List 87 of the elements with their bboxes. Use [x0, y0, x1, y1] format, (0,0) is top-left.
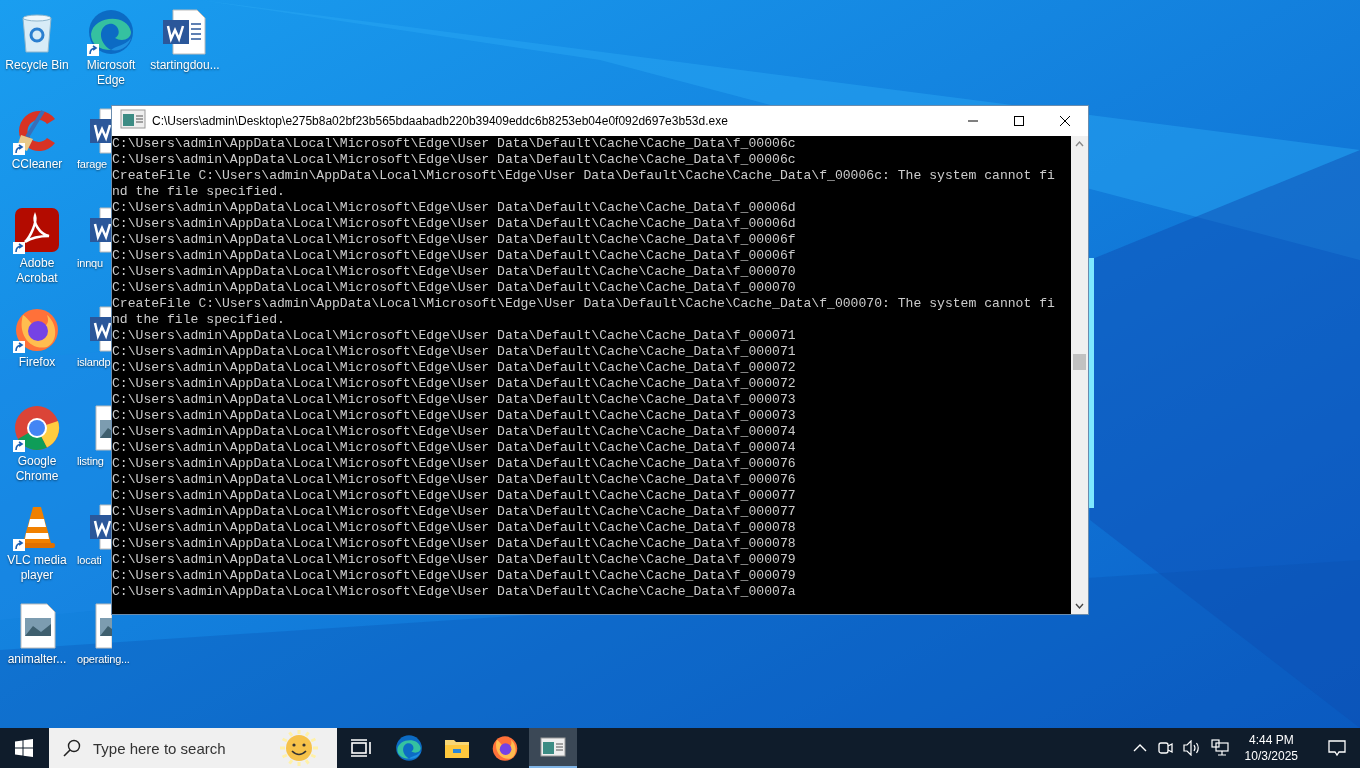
clock[interactable]: 4:44 PM 10/3/2025 [1238, 732, 1304, 764]
desktop-icon[interactable]: VLC media player [1, 499, 73, 583]
console-line: C:\Users\admin\AppData\Local\Microsoft\Edge\User Data\Default\Cache\Cache_Data\f_000076 [112, 456, 797, 472]
console-line: C:\Users\admin\AppData\Local\Microsoft\Edge\User Data\Default\Cache\Cache_Data\f_00007a [112, 584, 797, 600]
console-line: C:\Users\admin\AppData\Local\Microsoft\Edge\User Data\Default\Cache\Cache_Data\f_00006d [112, 216, 797, 232]
search-field[interactable]: Type here to search [91, 738, 275, 758]
desktop-icon[interactable]: operating... [77, 598, 130, 667]
desktop-icon[interactable]: farage [77, 103, 112, 172]
desktop-icon-label: listing [77, 454, 104, 469]
desktop-icon-label: innqu [77, 256, 103, 271]
edge-browser-icon [395, 734, 423, 762]
desktop-icon[interactable]: animalter... [1, 598, 73, 667]
notification-icon[interactable] [1328, 739, 1346, 757]
desktop-icon-label: startingdou... [149, 58, 221, 73]
maximize-icon [1014, 116, 1024, 126]
console-line: C:\Users\admin\AppData\Local\Microsoft\Edge\User Data\Default\Cache\Cache_Data\f_000070 [112, 280, 797, 296]
console-line: C:\Users\admin\AppData\Local\Microsoft\Edge\User Data\Default\Cache\Cache_Data\f_000073 [112, 408, 797, 424]
console-line: C:\Users\admin\AppData\Local\Microsoft\Edge\User Data\Default\Cache\Cache_Data\f_000079 [112, 568, 797, 584]
desktop-icon-label: farage [77, 157, 107, 172]
console-line: C:\Users\admin\AppData\Local\Microsoft\Edge\User Data\Default\Cache\Cache_Data\f_000074 [112, 424, 797, 440]
scrollbar-thumb[interactable] [1073, 354, 1086, 370]
console-line: C:\Users\admin\AppData\Local\Microsoft\Edge\User Data\Default\Cache\Cache_Data\f_000078 [112, 536, 797, 552]
desktop-icon-label: animalter... [6, 652, 68, 667]
console-line: C:\Users\admin\AppData\Local\Microsoft\Edge\User Data\Default\Cache\Cache_Data\f_000071 [112, 328, 797, 344]
desktop-icon-label: Recycle Bin [4, 58, 70, 73]
console-line: C:\Users\admin\AppData\Local\Microsoft\Edge\User Data\Default\Cache\Cache_Data\f_000071 [112, 344, 797, 360]
windows-logo-icon [15, 739, 33, 757]
console-line: C:\Users\admin\AppData\Local\Microsoft\Edge\User Data\Default\Cache\Cache_Data\f_000072 [112, 376, 797, 392]
word-document-icon [88, 206, 112, 254]
desktop-icon[interactable]: innqu [77, 202, 112, 271]
console-line: C:\Users\admin\AppData\Local\Microsoft\Edge\User Data\Default\Cache\Cache_Data\f_00006c [112, 152, 797, 168]
desktop-icon[interactable]: locati [77, 499, 112, 568]
chevron-up-icon[interactable] [1132, 743, 1147, 753]
console-line: nd the file specified. [112, 312, 286, 328]
desktop-icon-label: Microsoft Edge [85, 58, 137, 88]
desktop-icon-label: CCleaner [10, 157, 64, 172]
desktop-icon-label: operating... [77, 652, 130, 667]
camera-icon[interactable] [1156, 740, 1173, 756]
console-line: CreateFile C:\Users\admin\AppData\Local\Microsoft\Edge\User Data\Default\Cache\Cache_Data\f_000070: The system cannot fi [112, 296, 1056, 312]
desktop-icon[interactable]: Microsoft Edge [75, 4, 147, 88]
console-line: C:\Users\admin\AppData\Local\Microsoft\Edge\User Data\Default\Cache\Cache_Data\f_000078 [112, 520, 797, 536]
console-window-icon [540, 737, 566, 757]
word-document-icon [88, 503, 112, 551]
console-window-icon [120, 109, 146, 129]
desktop-icon[interactable]: Adobe Acrobat [1, 202, 73, 286]
taskbar-app-button[interactable] [529, 728, 577, 768]
desktop-icon[interactable]: Firefox [1, 301, 73, 370]
acrobat-icon [13, 206, 61, 254]
network-icon[interactable] [1210, 739, 1229, 757]
console-line: C:\Users\admin\AppData\Local\Microsoft\Edge\User Data\Default\Cache\Cache_Data\f_000077 [112, 488, 797, 504]
desktop-icon[interactable]: startingdou... [149, 4, 221, 73]
desktop-icon-label: Adobe Acrobat [15, 256, 59, 286]
desktop-icon-label: Firefox [17, 355, 57, 370]
console-line: CreateFile C:\Users\admin\AppData\Local\Microsoft\Edge\User Data\Default\Cache\Cache_Data\f_00006c: The system cannot fi [112, 168, 1056, 184]
word-document-icon [161, 8, 209, 56]
desktop-icon[interactable]: CCleaner [1, 103, 73, 172]
close-icon [1060, 116, 1070, 126]
console-line: C:\Users\admin\AppData\Local\Microsoft\Edge\User Data\Default\Cache\Cache_Data\f_00006f [112, 248, 797, 264]
console-line: C:\Users\admin\AppData\Local\Microsoft\Edge\User Data\Default\Cache\Cache_Data\f_000079 [112, 552, 797, 568]
speaker-icon[interactable] [1182, 740, 1201, 756]
desktop-icon-label: islandp [77, 355, 111, 370]
desktop-icon[interactable]: listing [77, 400, 112, 469]
window-title: C:\Users\admin\Desktop\e275b8a02bf23b565bdaabadb220b39409eddc6b8253eb04e0f092d697e3b53d.exe [152, 114, 729, 128]
desktop-icon[interactable]: islandp [77, 301, 112, 370]
search-icon [63, 739, 81, 757]
desktop-icon-label: locati [77, 553, 102, 568]
console-line: C:\Users\admin\AppData\Local\Microsoft\Edge\User Data\Default\Cache\Cache_Data\f_000070 [112, 264, 797, 280]
console-line: C:\Users\admin\AppData\Local\Microsoft\Edge\User Data\Default\Cache\Cache_Data\f_000072 [112, 360, 797, 376]
console-line: C:\Users\admin\AppData\Local\Microsoft\Edge\User Data\Default\Cache\Cache_Data\f_00006c [112, 136, 797, 152]
task-view-icon [350, 738, 372, 758]
console-line: C:\Users\admin\AppData\Local\Microsoft\Edge\User Data\Default\Cache\Cache_Data\f_000074 [112, 440, 797, 456]
folder-icon [444, 737, 470, 759]
search-box[interactable]: Type here to search [49, 728, 337, 768]
console-line: C:\Users\admin\AppData\Local\Microsoft\Edge\User Data\Default\Cache\Cache_Data\f_000077 [112, 504, 797, 520]
console-line: C:\Users\admin\AppData\Local\Microsoft\Edge\User Data\Default\Cache\Cache_Data\f_00006f [112, 232, 797, 248]
edge-browser-icon [87, 8, 135, 56]
firefox-icon [491, 734, 519, 762]
console-line: C:\Users\admin\AppData\Local\Microsoft\Edge\User Data\Default\Cache\Cache_Data\f_000073 [112, 392, 797, 408]
chrome-icon [13, 404, 61, 452]
console-line: C:\Users\admin\AppData\Local\Microsoft\Edge\User Data\Default\Cache\Cache_Data\f_000076 [112, 472, 797, 488]
desktop-icon[interactable]: Recycle Bin [1, 4, 73, 73]
desktop-icon[interactable]: Google Chrome [1, 400, 73, 484]
word-document-icon [88, 305, 112, 353]
desktop-icon-label: VLC media player [6, 553, 68, 583]
console-line: C:\Users\admin\AppData\Local\Microsoft\Edge\User Data\Default\Cache\Cache_Data\f_00006d [112, 200, 797, 216]
desktop-icon-label: Google Chrome [14, 454, 60, 484]
console-line: nd the file specified. [112, 184, 286, 200]
